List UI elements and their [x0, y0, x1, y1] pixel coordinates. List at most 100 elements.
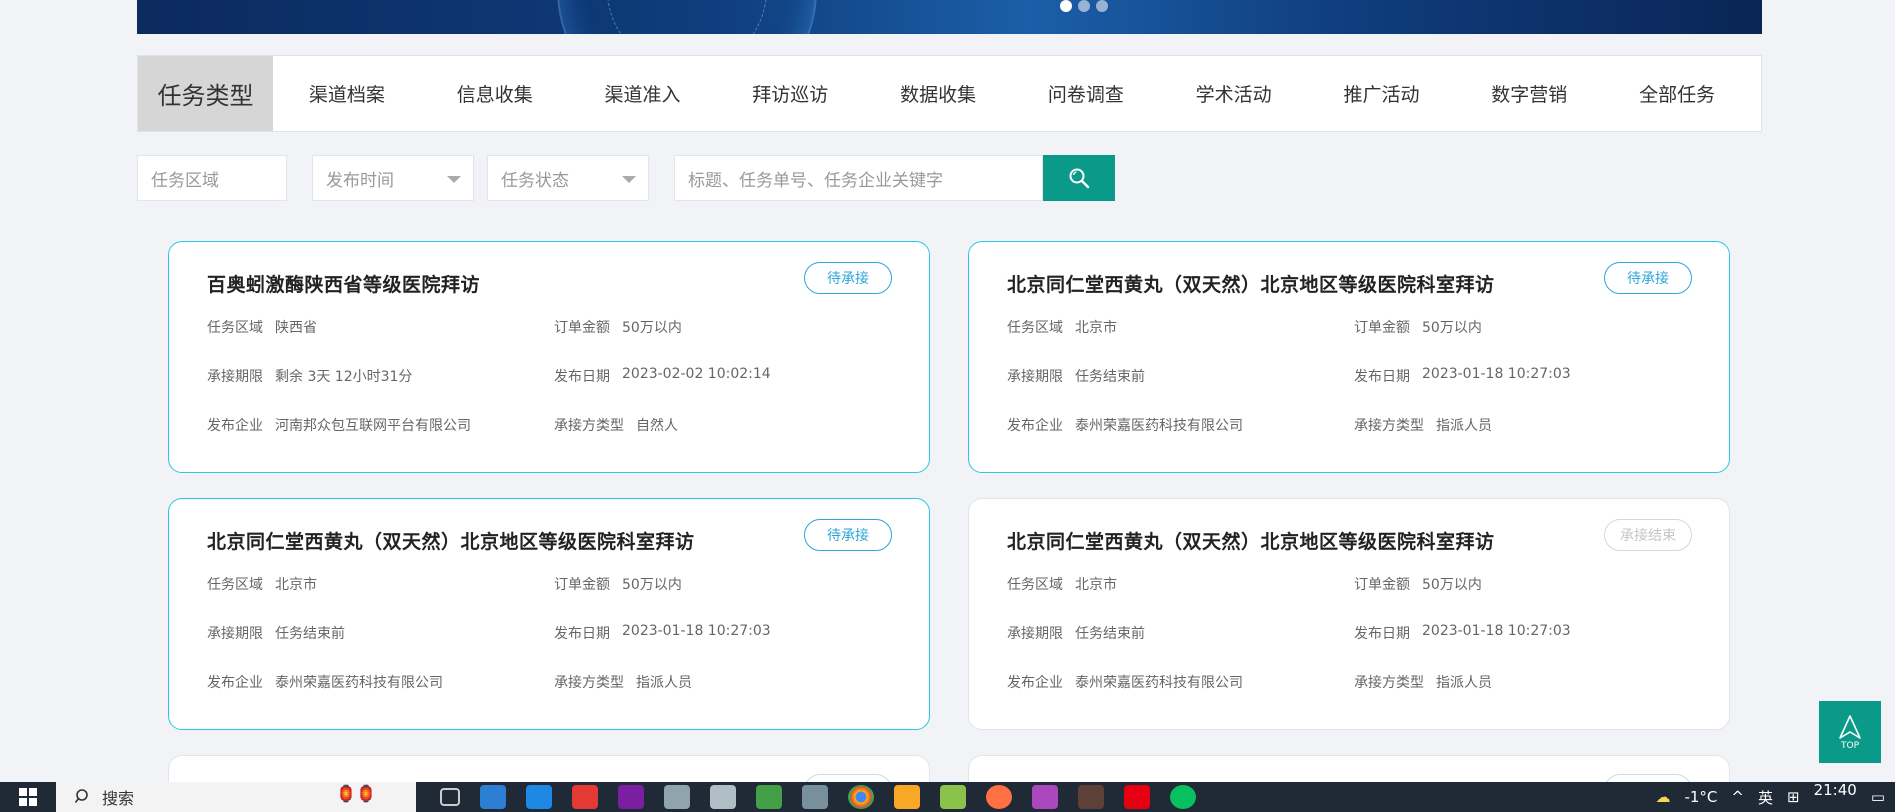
windows-icon [19, 788, 37, 806]
ide-icon[interactable] [618, 785, 644, 809]
task-title[interactable]: 百奥蚓激酶陕西省等级医院拜访 [207, 270, 480, 297]
task-deadline-row: 承接期限 剩余 3天 12小时31分 [207, 369, 413, 385]
status-badge: 待承接 [804, 519, 892, 551]
task-region-row: 任务区域 北京市 [1007, 577, 1117, 593]
search-placeholder: 标题、任务单号、任务企业关键字 [688, 170, 943, 191]
task-card[interactable]: 百奥蚓激酶陕西省等级医院拜访 待承接 任务区域 陕西省 订单金额 50万以内 承接期… [168, 241, 930, 473]
status-badge: 待承接 [804, 262, 892, 294]
tab-channel-archive[interactable]: 渠道档案 [301, 80, 393, 107]
taskbar-apps [440, 785, 1196, 809]
banner-decoration [607, 0, 767, 34]
clock[interactable]: 21:40 [1814, 781, 1857, 799]
chevron-down-icon [447, 176, 461, 183]
task-status-placeholder: 任务状态 [501, 170, 569, 191]
taskbar-search[interactable]: 搜索 🏮🏮 [56, 782, 416, 812]
task-date-row: 发布日期 2023-01-18 10:27:03 [1354, 366, 1571, 385]
task-deadline-row: 承接期限 任务结束前 [207, 626, 345, 642]
task-card[interactable]: 北京同仁堂西黄丸（双天然）北京地区等级医院科室拜访 承接结束 任务区域 北京市 订… [968, 498, 1730, 730]
task-amount-row: 订单金额 50万以内 [1354, 577, 1482, 593]
task-deadline-row: 承接期限 任务结束前 [1007, 626, 1145, 642]
folder-icon[interactable] [894, 785, 920, 809]
wechat-icon[interactable] [1170, 785, 1196, 809]
search-icon [74, 789, 88, 803]
weather-icon[interactable]: ☁ [1655, 788, 1670, 806]
tab-digital-marketing[interactable]: 数字营销 [1483, 80, 1575, 107]
monitor-icon[interactable] [710, 785, 736, 809]
region-input[interactable]: 任务区域 [137, 155, 287, 201]
task-company-row: 发布企业 泰州荣嘉医药科技有限公司 [207, 675, 443, 691]
publish-time-select[interactable]: 发布时间 [312, 155, 474, 201]
task-title[interactable]: 北京同仁堂西黄丸（双天然）北京地区等级医院科室拜访 [1007, 270, 1495, 297]
carousel-dot[interactable] [1078, 0, 1090, 12]
status-badge: 待承接 [1604, 262, 1692, 294]
tab-channel-access[interactable]: 渠道准入 [596, 80, 688, 107]
task-date-row: 发布日期 2023-02-02 10:02:14 [554, 366, 771, 385]
search-button[interactable] [1043, 155, 1115, 201]
app-icon[interactable] [756, 785, 782, 809]
banner-carousel[interactable] [137, 0, 1762, 34]
carousel-dot[interactable] [1096, 0, 1108, 12]
task-region-row: 任务区域 陕西省 [207, 320, 317, 336]
notes-icon[interactable] [664, 785, 690, 809]
app-icon[interactable] [986, 785, 1012, 809]
task-status-select[interactable]: 任务状态 [487, 155, 649, 201]
keyword-search-input[interactable]: 标题、任务单号、任务企业关键字 [674, 155, 1043, 201]
app-icon[interactable] [1078, 785, 1104, 809]
app-icon[interactable] [1032, 785, 1058, 809]
task-region-row: 任务区域 北京市 [207, 577, 317, 593]
task-card[interactable]: 北京同仁堂西黄丸（双天然）北京地区等级医院科室拜访 待承接 任务区域 北京市 订单… [968, 241, 1730, 473]
task-view-icon[interactable] [440, 788, 460, 806]
notification-icon[interactable]: ▭ [1871, 788, 1885, 806]
carousel-dots [1060, 0, 1108, 12]
task-region-row: 任务区域 北京市 [1007, 320, 1117, 336]
app-icon[interactable] [802, 785, 828, 809]
task-deadline-row: 承接期限 任务结束前 [1007, 369, 1145, 385]
task-date-row: 发布日期 2023-01-18 10:27:03 [554, 623, 771, 642]
system-tray: ☁ -1°C ^ 英 ⊞ 21:40 ▭ [1655, 781, 1895, 812]
keyboard-icon[interactable]: ⊞ [1787, 788, 1800, 806]
tab-academic[interactable]: 学术活动 [1188, 80, 1280, 107]
task-date-row: 发布日期 2023-01-18 10:27:03 [1354, 623, 1571, 642]
weather-temp[interactable]: -1°C [1684, 788, 1717, 806]
task-company-row: 发布企业 河南邦众包互联网平台有限公司 [207, 418, 471, 434]
chevron-up-icon[interactable]: ^ [1731, 788, 1744, 806]
chrome-icon[interactable] [848, 785, 874, 809]
status-badge: 承接结束 [1604, 519, 1692, 551]
task-type-row: 承接方类型 指派人员 [1354, 675, 1492, 691]
search-icon [1069, 168, 1090, 189]
ime-indicator[interactable]: 英 [1758, 787, 1773, 808]
taskbar-search-label: 搜索 [102, 789, 135, 808]
carousel-dot[interactable] [1060, 0, 1072, 12]
task-type-row: 承接方类型 指派人员 [554, 675, 692, 691]
task-type-row: 承接方类型 自然人 [554, 418, 678, 434]
task-amount-row: 订单金额 50万以内 [1354, 320, 1482, 336]
back-to-top-button[interactable]: TOP [1819, 701, 1881, 763]
tab-promotion[interactable]: 推广活动 [1335, 80, 1427, 107]
store-icon[interactable] [480, 785, 506, 809]
tab-survey[interactable]: 问卷调查 [1040, 80, 1132, 107]
start-button[interactable] [0, 782, 56, 812]
tab-visit[interactable]: 拜访巡访 [744, 80, 836, 107]
region-placeholder: 任务区域 [151, 170, 219, 191]
task-title[interactable]: 北京同仁堂西黄丸（双天然）北京地区等级医院科室拜访 [207, 527, 695, 554]
wps-icon[interactable] [572, 785, 598, 809]
task-type-row: 承接方类型 指派人员 [1354, 418, 1492, 434]
task-type-label: 任务类型 [138, 56, 273, 131]
task-card[interactable]: 北京同仁堂西黄丸（双天然）北京地区等级医院科室拜访 待承接 任务区域 北京市 订单… [168, 498, 930, 730]
task-title[interactable]: 北京同仁堂西黄丸（双天然）北京地区等级医院科室拜访 [1007, 527, 1495, 554]
notepad-icon[interactable] [940, 785, 966, 809]
os-taskbar: 搜索 🏮🏮 ☁ -1°C ^ 英 ⊞ 21:40 ▭ [0, 781, 1895, 812]
mail-icon[interactable] [526, 785, 552, 809]
task-amount-row: 订单金额 50万以内 [554, 320, 682, 336]
publish-time-placeholder: 发布时间 [326, 170, 394, 191]
tab-data-collect[interactable]: 数据收集 [892, 80, 984, 107]
youdao-icon[interactable] [1124, 785, 1150, 809]
tab-all-tasks[interactable]: 全部任务 [1631, 80, 1723, 107]
top-label: TOP [1840, 741, 1859, 751]
lantern-icon: 🏮🏮 [336, 784, 376, 803]
task-amount-row: 订单金额 50万以内 [554, 577, 682, 593]
task-company-row: 发布企业 泰州荣嘉医药科技有限公司 [1007, 418, 1243, 434]
chevron-down-icon [622, 176, 636, 183]
task-company-row: 发布企业 泰州荣嘉医药科技有限公司 [1007, 675, 1243, 691]
tab-info-collect[interactable]: 信息收集 [449, 80, 541, 107]
